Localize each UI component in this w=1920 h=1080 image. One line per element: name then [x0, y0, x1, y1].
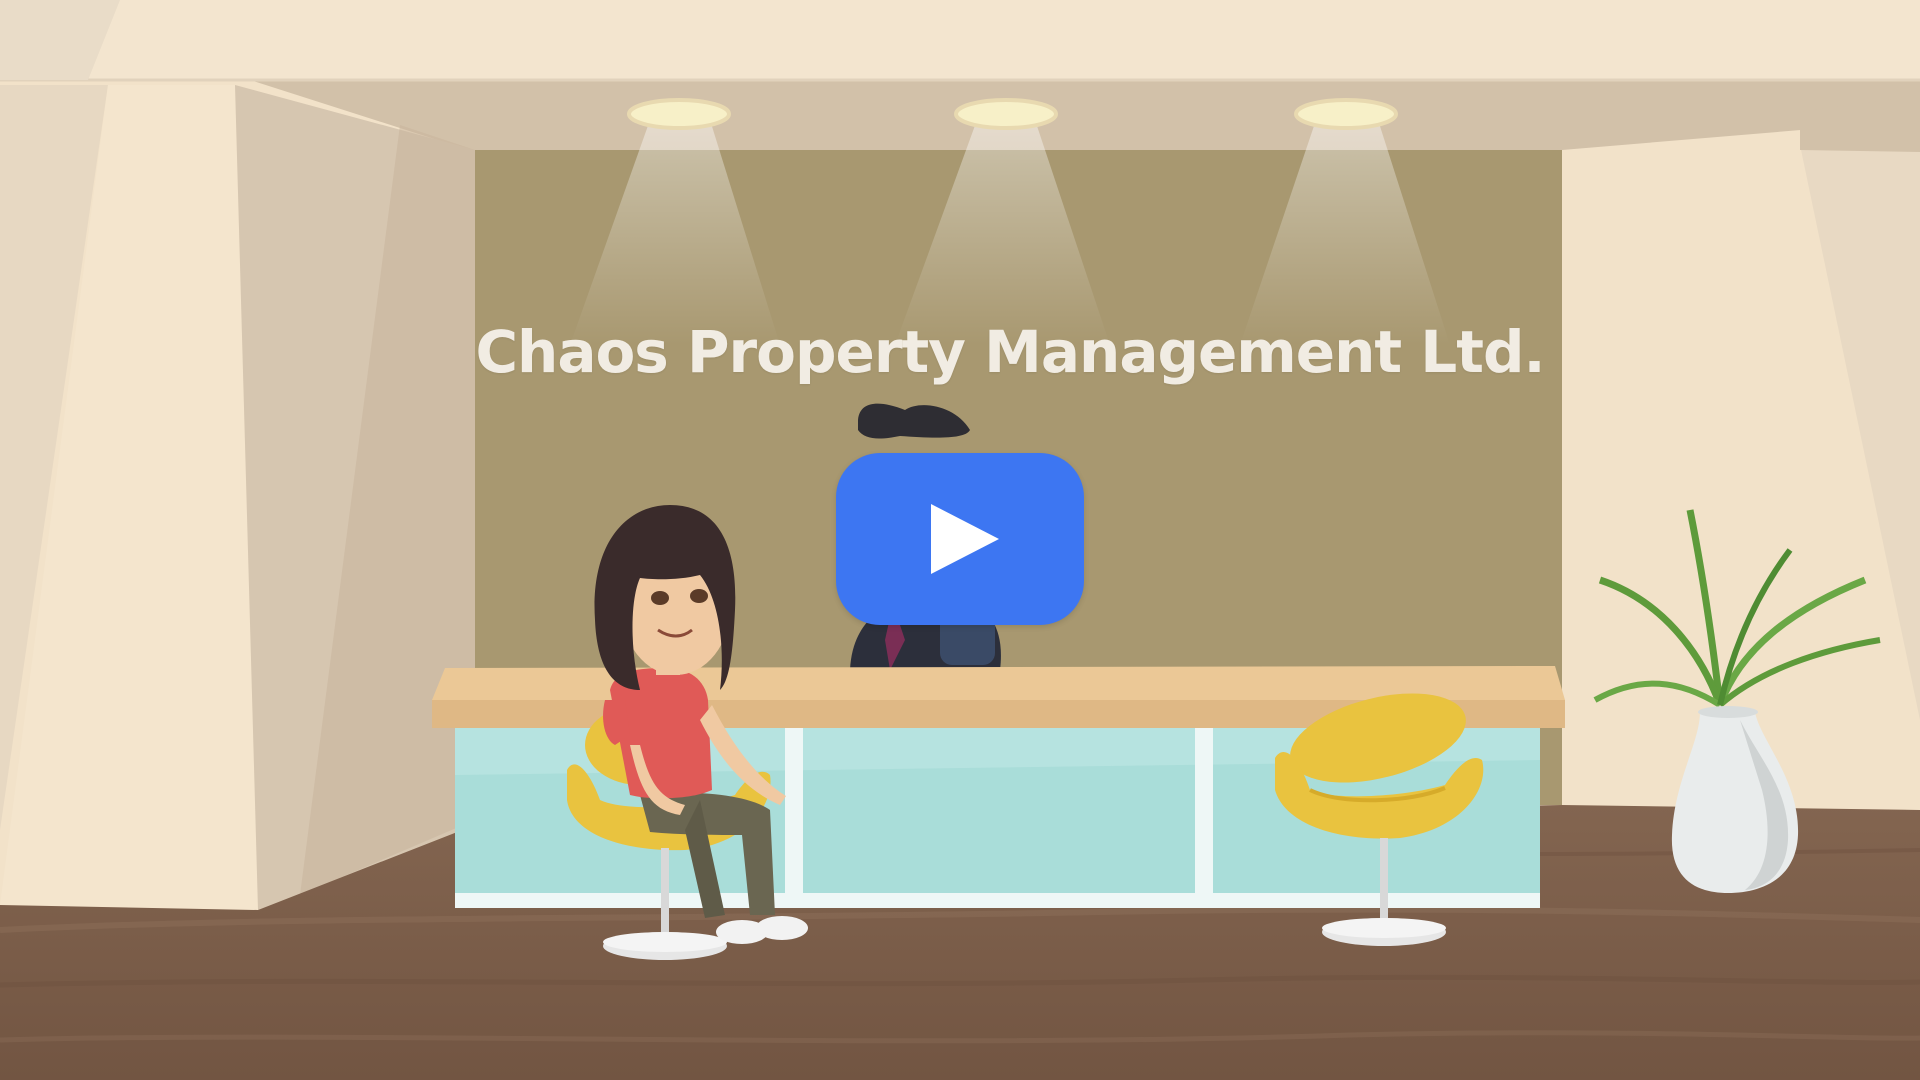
play-button[interactable]: [836, 453, 1084, 625]
company-sign-text: Chaos Property Management Ltd.: [475, 318, 1545, 386]
ceiling-lights: [570, 98, 1450, 345]
video-player[interactable]: Chaos Property Management Ltd.: [0, 0, 1920, 1080]
play-icon: [931, 504, 999, 574]
